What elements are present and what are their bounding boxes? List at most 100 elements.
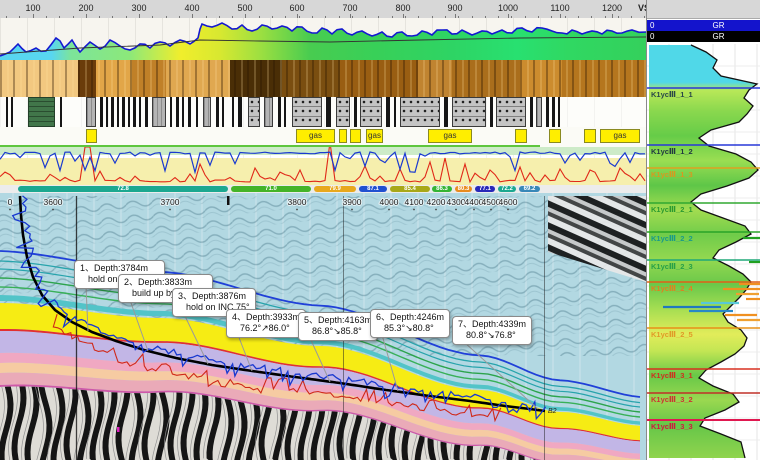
survey-annotation[interactable]: 7、Depth:4339m80.8°↘76.8° [452,316,532,345]
horizon-label: K1ycⅢ_1_3 [651,170,693,179]
horizon-label: K1ycⅢ_3_1 [651,371,693,380]
lithology-block-sand [248,97,260,127]
inclination-segment: 79.9 [314,186,356,192]
gr-log-plot[interactable]: K1ycⅢ_1_1K1ycⅢ_1_2K1ycⅢ_1_3K1ycⅢ_2_1K1yc… [647,44,760,460]
horizon-label: K1ycⅢ_3_2 [651,395,693,404]
gas-flag: gas [428,129,472,143]
lithology-block-coal [176,97,179,127]
survey-annotation[interactable]: 4、Depth:3933m76.2°↗86.0° [226,309,306,338]
gas-flag [515,129,527,143]
md-tick-label: 4600 [499,197,518,207]
md-tick-label: 3600 [44,197,63,207]
md-tick-label: 0 [8,197,13,207]
lithology-block-coal [284,97,286,127]
gas-flag [86,129,97,143]
lithology-block-coal [238,97,242,127]
inclination-segment: 86.3 [432,186,452,192]
lithology-block-coal [278,97,281,127]
ruler-tick-label: 600 [289,3,304,13]
inclination-segment: 72.8 [18,186,228,192]
md-tick-label: 3700 [161,197,180,207]
target-label-b2: B2 [548,408,557,415]
ruler-tick-label: 1200 [602,3,622,13]
gr-curve-label: GR [713,31,725,42]
lithology-block-coal [11,97,13,127]
lithology-block-coal [145,97,148,127]
lithology-block-coal [196,97,198,127]
gas-flag: gas [600,129,640,143]
lithology-block-coal [490,97,493,127]
image-log-texture [0,60,646,97]
lithology-block-coal [216,97,219,127]
lithology-block-coal [128,97,130,127]
lithology-block-sand [400,97,440,127]
gr-curve-label: GR [713,20,725,31]
gas-flag [339,129,347,143]
md-major-tick [227,196,230,205]
lithology-block-coal [133,97,136,127]
lithology-block-sand [536,97,542,127]
horizon-label: K1ycⅢ_2_5 [651,330,693,339]
ruler-tick-label: 800 [395,3,410,13]
lithology-block-sand [264,97,273,127]
lithology-block-sand [292,97,322,127]
lithology-block-coal [106,97,108,127]
lithology-block-coal [139,97,141,127]
ruler-tick-label: 100 [25,3,40,13]
lithology-block-coal [444,97,448,127]
lithology-block-coal [222,97,224,127]
horizon-label: K1ycⅢ_1_2 [651,147,693,156]
lithology-block-coal [6,97,8,127]
md-tick-label: 4000 [380,197,399,207]
lithology-block-coal [552,97,555,127]
gas-flag [350,129,361,143]
survey-annotation[interactable]: 6、Depth:4246m85.3°↘80.8° [370,309,450,338]
vs-ruler: VS 1002003004005006007008009001000110012… [0,0,646,19]
ruler-tick-label: 1000 [498,3,518,13]
lithology-block-coal [182,97,184,127]
horizon-label: K1ycⅢ_1_1 [651,90,693,99]
ruler-tick-label: 700 [342,3,357,13]
lithology-block-coal [394,97,396,127]
gr-panel-ruler-gap [647,0,760,19]
ruler-tick-label: 400 [184,3,199,13]
ruler-tick-label: 900 [447,3,462,13]
gr-log-panel: 0 GR 0 GR K1ycⅢ_1_1 K1ycⅢ_1_2 K1ycⅢ_1_3 K1y… [646,0,760,460]
md-tick-label: 4100 [405,197,424,207]
lithology-block-coal [60,97,62,127]
inclination-segment: 87.1 [359,186,387,192]
gas-flag: gas [296,129,335,143]
ruler-tick-label: 200 [78,3,93,13]
gr-scale-min: 0 [650,31,654,42]
lithology-block-coal [232,97,234,127]
lithology-block-coal [354,97,357,127]
lithology-block-sand [336,97,350,127]
inclination-segment: 80.3 [455,186,472,192]
inclination-segment: 71.0 [231,186,311,192]
md-tick-label: 3900 [343,197,362,207]
track-green-band [0,147,646,155]
gr-track [0,18,646,60]
gas-flag [584,129,596,143]
image-log-track [0,60,646,99]
ruler-tick-label: 300 [131,3,146,13]
gr-curve-header-black: 0 GR [647,31,760,42]
horizon-label: K1ycⅢ_2_3 [651,262,693,271]
inclination-bar: 72.871.079.987.185.486.380.377.172.269.2 [0,185,646,193]
lithology-block-green [28,97,55,127]
lithology-block-coal [546,97,549,127]
geosteering-app: VS 1002003004005006007008009001000110012… [0,0,760,460]
gr-scale-min: 0 [650,20,654,31]
lithology-block-coal [386,97,390,127]
survey-annotation[interactable]: 5、Depth:4163m86.8°↘85.8° [298,312,378,341]
lithology-block-coal [188,97,191,127]
md-tick-label: 4300 [447,197,466,207]
gr-curve-header-blue: 0 GR [647,20,760,31]
lithology-track [0,97,646,127]
inclination-segment: 69.2 [519,186,540,192]
inclination-segment: 77.1 [475,186,495,192]
ruler-tick-label: 1100 [550,3,569,13]
gas-flag: gas [366,129,383,143]
lithology-block-sand [452,97,486,127]
lithology-block-coal [530,97,533,127]
